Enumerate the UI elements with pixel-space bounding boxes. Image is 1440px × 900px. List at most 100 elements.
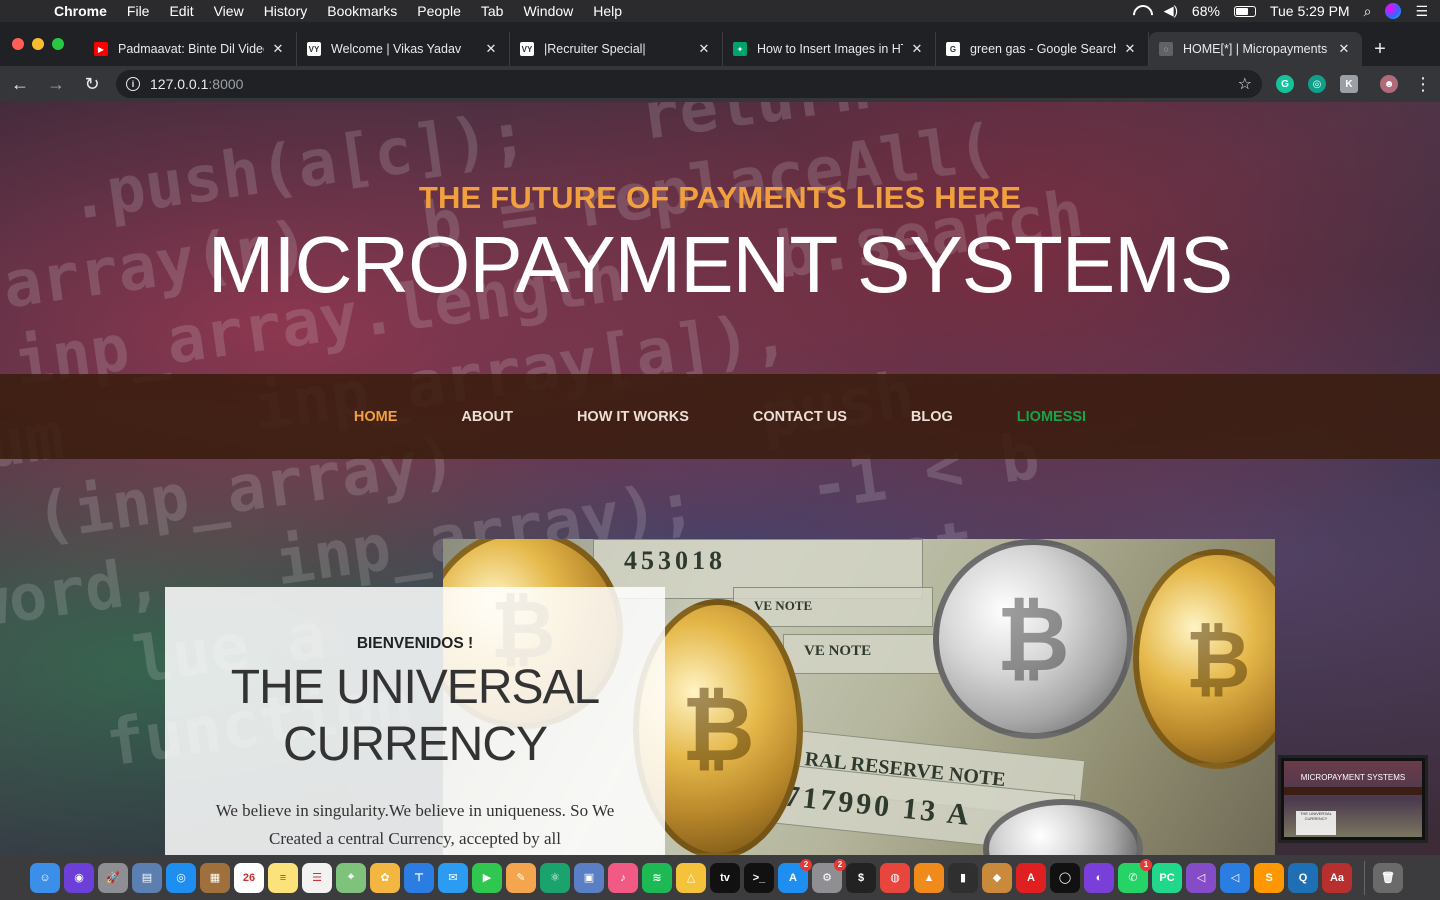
photos-icon[interactable]: ✿ <box>370 862 400 893</box>
clock[interactable]: Tue 5:29 PM <box>1270 3 1350 19</box>
dictionary-icon[interactable]: Aa <box>1322 862 1352 893</box>
terminal-icon[interactable]: >_ <box>744 862 774 893</box>
notification-center-icon[interactable]: ☰ <box>1415 3 1428 20</box>
activity-monitor-icon[interactable]: ▮ <box>948 862 978 893</box>
tab-close-icon[interactable]: ✕ <box>270 41 286 57</box>
browser-toolbar: ← → ↻ i 127.0.0.1:8000 ☆ G ◎ K ☻ ⋮ <box>0 66 1440 102</box>
quicktime-icon[interactable]: Q <box>1288 862 1318 893</box>
nav-contact-us[interactable]: CONTACT US <box>753 409 847 425</box>
volume-icon[interactable]: ◀) <box>1164 3 1178 19</box>
messages-icon[interactable]: ✉ <box>438 862 468 893</box>
tab-2[interactable]: VY Welcome | Vikas Yadav ✕ <box>297 32 510 66</box>
battery-percent[interactable]: 68% <box>1192 3 1220 19</box>
new-tab-button[interactable]: + <box>1362 32 1398 66</box>
tab-close-icon[interactable]: ✕ <box>483 41 499 57</box>
nav-liomessi[interactable]: LIOMESSI <box>1017 409 1086 425</box>
tab-1[interactable]: ▶ Padmaavat: Binte Dil Video ✕ <box>84 32 297 66</box>
trash-icon[interactable]: 🗑 <box>1373 862 1403 893</box>
forward-button[interactable]: → <box>40 68 72 100</box>
calendar-icon[interactable]: 26 <box>234 862 264 893</box>
facetime-icon[interactable]: ▶ <box>472 862 502 893</box>
vscode-icon[interactable]: ◁ <box>1220 862 1250 893</box>
menu-edit[interactable]: Edit <box>169 3 193 19</box>
url-host: 127.0.0.1 <box>150 76 209 92</box>
menu-people[interactable]: People <box>417 3 461 19</box>
wifi-icon[interactable] <box>1132 4 1150 18</box>
launchpad-icon[interactable]: 🚀 <box>98 862 128 893</box>
notefile-icon[interactable]: ▦ <box>200 862 230 893</box>
tab-close-icon[interactable]: ✕ <box>696 41 712 57</box>
iterm-icon[interactable]: $ <box>846 862 876 893</box>
siri-icon[interactable]: ◉ <box>64 862 94 893</box>
tab-close-icon[interactable]: ✕ <box>1336 41 1352 57</box>
virtualbox-icon[interactable]: ▣ <box>574 862 604 893</box>
profile-avatar[interactable]: ☻ <box>1380 75 1398 93</box>
pages-icon[interactable]: ✎ <box>506 862 536 893</box>
chrome-menu-button[interactable]: ⋮ <box>1414 74 1432 95</box>
menu-history[interactable]: History <box>264 3 308 19</box>
drive-icon[interactable]: △ <box>676 862 706 893</box>
menu-bookmarks[interactable]: Bookmarks <box>327 3 397 19</box>
menu-view[interactable]: View <box>214 3 244 19</box>
whatsapp-icon[interactable]: ✆ 1 <box>1118 858 1152 893</box>
tab-favicon-icon: ▶ <box>94 42 108 56</box>
minimize-window-button[interactable] <box>32 38 44 50</box>
tab-6[interactable]: ◌ HOME[*] | Micropayments ✕ <box>1149 32 1362 66</box>
atom-icon[interactable]: ⚛ <box>540 862 570 893</box>
appletv-icon[interactable]: tv <box>710 862 740 893</box>
dock-icon-glyph: $ <box>857 871 865 884</box>
automator-icon[interactable]: ◆ <box>982 862 1012 893</box>
maps-icon[interactable]: ⌖ <box>336 862 366 893</box>
extension-k-icon[interactable]: K <box>1340 75 1358 93</box>
sublime-icon[interactable]: S <box>1254 862 1284 893</box>
spotlight-search-icon[interactable]: ⌕ <box>1364 3 1372 20</box>
extension-icon[interactable]: ◎ <box>1308 75 1326 93</box>
menu-window[interactable]: Window <box>523 3 573 19</box>
ring-icon[interactable]: ◯ <box>1050 862 1080 893</box>
system-preferences-icon[interactable]: ⚙ 2 <box>812 858 846 893</box>
nav-blog[interactable]: BLOG <box>911 409 953 425</box>
appstore-icon[interactable]: A2 <box>778 858 812 893</box>
safari-icon[interactable]: ◎ <box>166 862 196 893</box>
github-icon[interactable]: ◐ <box>1084 862 1114 893</box>
close-window-button[interactable] <box>12 38 24 50</box>
zoom-window-button[interactable] <box>52 38 64 50</box>
siri-icon[interactable] <box>1385 3 1402 19</box>
menu-file[interactable]: File <box>127 3 150 19</box>
battery-icon[interactable] <box>1233 5 1256 17</box>
screenshot-thumbnail[interactable]: MICROPAYMENT SYSTEMS THE UNIVERSAL CURRE… <box>1278 755 1428 843</box>
reload-button[interactable]: ↻ <box>76 68 108 100</box>
spotify-icon[interactable]: ≋ <box>642 862 672 893</box>
dock-icon-glyph: ◉ <box>74 872 84 884</box>
tab-5[interactable]: Ggreen gas - Google Search ✕ <box>936 32 1149 66</box>
pycharm-icon[interactable]: PC <box>1152 862 1182 893</box>
tab-4[interactable]: ✦ How to Insert Images in HTML ✕ <box>723 32 936 66</box>
chrome-icon[interactable]: ◍ <box>880 862 910 893</box>
visual-studio-icon[interactable]: ◁ <box>1186 862 1216 893</box>
preview-icon[interactable]: ▤ <box>132 862 162 893</box>
nav-home[interactable]: HOME <box>354 409 398 425</box>
tab-close-icon[interactable]: ✕ <box>909 41 925 57</box>
reminders-icon[interactable]: ☰ <box>302 862 332 893</box>
menu-chrome[interactable]: Chrome <box>54 3 107 19</box>
menu-help[interactable]: Help <box>593 3 622 19</box>
acrobat-icon[interactable]: A <box>1016 862 1046 893</box>
finder-icon[interactable]: ☺ <box>30 862 60 893</box>
vlc-icon[interactable]: ▲ <box>914 862 944 893</box>
tab-favicon-icon: G <box>946 42 960 56</box>
address-bar[interactable]: i 127.0.0.1:8000 ☆ <box>116 70 1262 98</box>
grammarly-extension-icon[interactable]: G <box>1276 75 1294 93</box>
tab-3[interactable]: VY |Recruiter Special| ✕ <box>510 32 723 66</box>
window-controls <box>0 38 84 66</box>
dock-icon-glyph: A <box>1027 871 1035 884</box>
nav-about[interactable]: ABOUT <box>461 409 513 425</box>
keynote-icon[interactable]: ⊤ <box>404 862 434 893</box>
bookmark-star-icon[interactable]: ☆ <box>1238 74 1252 94</box>
notes-icon[interactable]: ≡ <box>268 862 298 893</box>
site-info-icon[interactable]: i <box>126 77 140 91</box>
nav-how-it-works[interactable]: HOW IT WORKS <box>577 409 689 425</box>
tab-close-icon[interactable]: ✕ <box>1122 41 1138 57</box>
back-button[interactable]: ← <box>4 68 36 100</box>
menu-tab[interactable]: Tab <box>481 3 504 19</box>
music-icon[interactable]: ♪ <box>608 862 638 893</box>
